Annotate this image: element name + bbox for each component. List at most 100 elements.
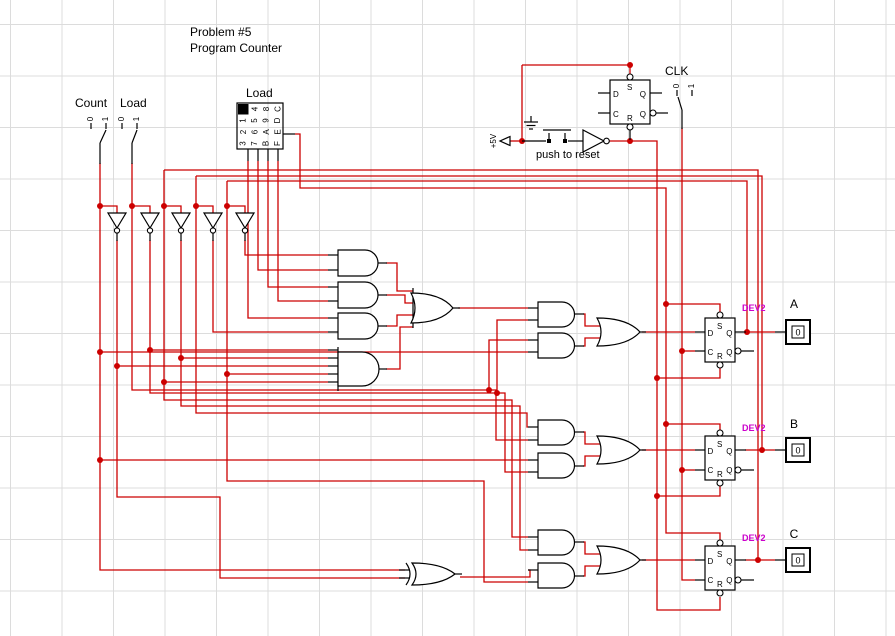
ff-pin-c: C: [708, 348, 714, 357]
ff-pin-d: D: [613, 90, 619, 99]
r-bubble: [717, 362, 723, 368]
load-switch-label: Load: [120, 96, 147, 110]
ff-pin-r: R: [717, 580, 723, 589]
keypad-key-D[interactable]: D: [273, 117, 282, 123]
keypad-key-C[interactable]: C: [274, 106, 283, 112]
load-pos1-label: 1: [132, 116, 141, 121]
junction: [759, 447, 765, 453]
keypad-key-4[interactable]: 4: [251, 106, 260, 111]
junction: [654, 375, 660, 381]
keypad-key-E[interactable]: E: [274, 129, 283, 134]
and-gate: [538, 530, 575, 555]
ff-pin-s: S: [627, 83, 632, 92]
keypad-key-3[interactable]: 3: [239, 141, 248, 146]
ff-pin-q: Q: [726, 329, 732, 338]
ff-pin-qbar: Q: [726, 348, 732, 357]
count-pos0-label: 0: [86, 116, 95, 121]
clk-pos0-label: 0: [672, 83, 681, 88]
button-contact: [547, 139, 551, 143]
device-label: DEV2: [742, 423, 766, 433]
junction: [224, 371, 230, 377]
keypad-key-9[interactable]: 9: [262, 118, 271, 123]
qbar-bubble: [735, 348, 741, 354]
clk-switch-label: CLK: [665, 64, 688, 78]
s-bubble: [627, 74, 633, 80]
and-gate: [338, 313, 378, 339]
ff-pin-q: Q: [640, 90, 646, 99]
ff-pin-c: C: [613, 110, 619, 119]
qbar-bubble: [735, 467, 741, 473]
junction: [755, 557, 761, 563]
ff-pin-qbar: Q: [640, 110, 646, 119]
and-gate: [338, 352, 379, 386]
ff-pin-r: R: [717, 352, 723, 361]
and-gate: [538, 302, 575, 327]
junction: [97, 203, 103, 209]
and-gate: [538, 333, 575, 358]
s-bubble: [717, 312, 723, 318]
ff-pin-s: S: [717, 322, 722, 331]
schematic-canvas: Problem #5 Program Counter Count 0 1 Loa…: [0, 0, 895, 636]
r-bubble: [717, 590, 723, 596]
output-label: B: [790, 417, 798, 431]
junction: [97, 457, 103, 463]
title-line2: Program Counter: [190, 41, 282, 55]
junction: [627, 62, 633, 68]
device-label: DEV2: [742, 303, 766, 313]
junction: [494, 390, 500, 396]
junction: [679, 348, 685, 354]
clk-pos1-label: 1: [687, 83, 696, 88]
keypad-key-0[interactable]: 0: [239, 106, 248, 111]
ff-pin-s: S: [717, 550, 722, 559]
keypad-key-F[interactable]: F: [273, 141, 282, 146]
button-contact: [563, 139, 567, 143]
keypad-key-1[interactable]: 1: [239, 118, 248, 123]
keypad-label: Load: [246, 86, 273, 100]
output-value: 0: [795, 556, 800, 566]
device-label: DEV2: [742, 533, 766, 543]
and-gate: [538, 563, 575, 588]
keypad-key-8[interactable]: 8: [262, 106, 271, 111]
output-value: 0: [795, 446, 800, 456]
inverter-bubble: [604, 138, 610, 144]
keypad-key-5[interactable]: 5: [250, 118, 259, 123]
output-label: C: [790, 527, 799, 541]
and-gate: [538, 420, 575, 445]
s-bubble: [717, 540, 723, 546]
keypad-key-6[interactable]: 6: [251, 129, 260, 134]
keypad-key-7[interactable]: 7: [250, 141, 259, 146]
junction: [147, 347, 153, 353]
r-bubble: [717, 480, 723, 486]
junction: [178, 355, 184, 361]
r-bubble: [627, 124, 633, 130]
qbar-bubble: [650, 110, 656, 116]
output-label: A: [790, 297, 798, 311]
push-to-reset-caption: push to reset: [536, 149, 600, 161]
and-gate: [538, 453, 575, 478]
ff-pin-c: C: [708, 466, 714, 475]
output-value: 0: [795, 328, 800, 338]
power-5v-label: +5V: [489, 133, 498, 148]
s-bubble: [717, 430, 723, 436]
keypad-key-A[interactable]: A: [262, 129, 271, 135]
ff-pin-q: Q: [726, 557, 732, 566]
keypad-key-2[interactable]: 2: [239, 129, 248, 134]
ff-pin-q: Q: [726, 447, 732, 456]
keypad-key-B[interactable]: B: [262, 141, 271, 146]
junction: [654, 493, 660, 499]
junction: [224, 203, 230, 209]
title-line1: Problem #5: [190, 25, 252, 39]
and-gate: [338, 250, 378, 276]
junction: [129, 203, 135, 209]
junction: [97, 349, 103, 355]
ff-pin-qbar: Q: [726, 466, 732, 475]
ff-pin-qbar: Q: [726, 576, 732, 585]
junction: [679, 467, 685, 473]
ff-pin-s: S: [717, 440, 722, 449]
junction: [161, 379, 167, 385]
ff-pin-r: R: [717, 470, 723, 479]
qbar-bubble: [735, 577, 741, 583]
junction: [486, 387, 492, 393]
junction: [663, 421, 669, 427]
and-gate: [338, 282, 378, 308]
